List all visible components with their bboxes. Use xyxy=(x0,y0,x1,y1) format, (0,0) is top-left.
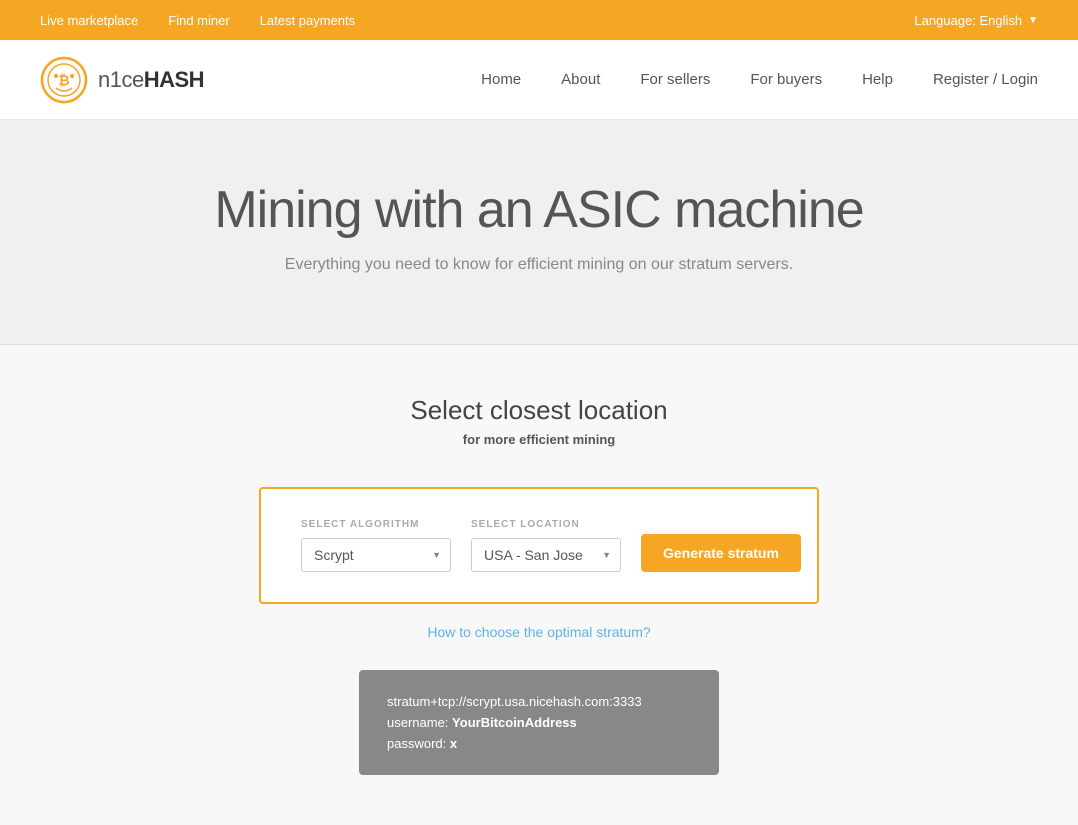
nav-for-sellers[interactable]: For sellers xyxy=(640,71,710,88)
logo-text: n1ceHASH xyxy=(98,67,204,93)
section-title: Select closest location xyxy=(410,395,667,426)
nav-for-buyers[interactable]: For buyers xyxy=(750,71,822,88)
location-label: SELECT LOCATION xyxy=(471,519,621,530)
language-label: Language: English xyxy=(914,13,1022,28)
nav-about[interactable]: About xyxy=(561,71,600,88)
generate-stratum-button[interactable]: Generate stratum xyxy=(641,534,801,572)
output-username-value: YourBitcoinAddress xyxy=(452,715,577,730)
nav-help[interactable]: Help xyxy=(862,71,893,88)
language-arrow-icon: ▼ xyxy=(1028,15,1038,26)
output-line-2: username: YourBitcoinAddress xyxy=(387,715,691,730)
output-line-1: stratum+tcp://scrypt.usa.nicehash.com:33… xyxy=(387,694,691,709)
top-bar: Live marketplace Find miner Latest payme… xyxy=(0,0,1078,40)
logo-icon: ₿ xyxy=(40,56,88,104)
location-select[interactable]: USA - San Jose EU - Amsterdam EU - Frank… xyxy=(471,538,621,572)
nav-home[interactable]: Home xyxy=(481,71,521,88)
hero-title: Mining with an ASIC machine xyxy=(40,180,1038,240)
language-selector[interactable]: Language: English ▼ xyxy=(914,13,1038,28)
top-bar-links: Live marketplace Find miner Latest payme… xyxy=(40,13,355,28)
stratum-help-link[interactable]: How to choose the optimal stratum? xyxy=(427,624,650,640)
nav-register-login[interactable]: Register / Login xyxy=(933,71,1038,88)
hero-subtitle: Everything you need to know for efficien… xyxy=(40,256,1038,274)
location-group: SELECT LOCATION USA - San Jose EU - Amst… xyxy=(471,519,621,572)
algorithm-label: SELECT ALGORITHM xyxy=(301,519,451,530)
latest-payments-link[interactable]: Latest payments xyxy=(260,13,355,28)
find-miner-link[interactable]: Find miner xyxy=(168,13,229,28)
algorithm-select-wrapper: Scrypt SHA-256 X11 Ethereum xyxy=(301,538,451,572)
section-subtitle: for more efficient mining xyxy=(463,432,615,447)
logo[interactable]: ₿ n1ceHASH xyxy=(40,56,204,104)
live-marketplace-link[interactable]: Live marketplace xyxy=(40,13,138,28)
main-content: Select closest location for more efficie… xyxy=(0,345,1078,825)
svg-text:₿: ₿ xyxy=(58,72,69,88)
form-row: SELECT ALGORITHM Scrypt SHA-256 X11 Ethe… xyxy=(301,519,777,572)
header: ₿ n1ceHASH Home About For sellers For bu… xyxy=(0,40,1078,120)
algorithm-select[interactable]: Scrypt SHA-256 X11 Ethereum xyxy=(301,538,451,572)
main-nav: Home About For sellers For buyers Help R… xyxy=(481,71,1038,88)
location-select-wrapper: USA - San Jose EU - Amsterdam EU - Frank… xyxy=(471,538,621,572)
stratum-output-box: stratum+tcp://scrypt.usa.nicehash.com:33… xyxy=(359,670,719,775)
output-username-prefix: username: xyxy=(387,715,452,730)
hero-section: Mining with an ASIC machine Everything y… xyxy=(0,120,1078,345)
stratum-form-box: SELECT ALGORITHM Scrypt SHA-256 X11 Ethe… xyxy=(259,487,819,604)
algorithm-group: SELECT ALGORITHM Scrypt SHA-256 X11 Ethe… xyxy=(301,519,451,572)
